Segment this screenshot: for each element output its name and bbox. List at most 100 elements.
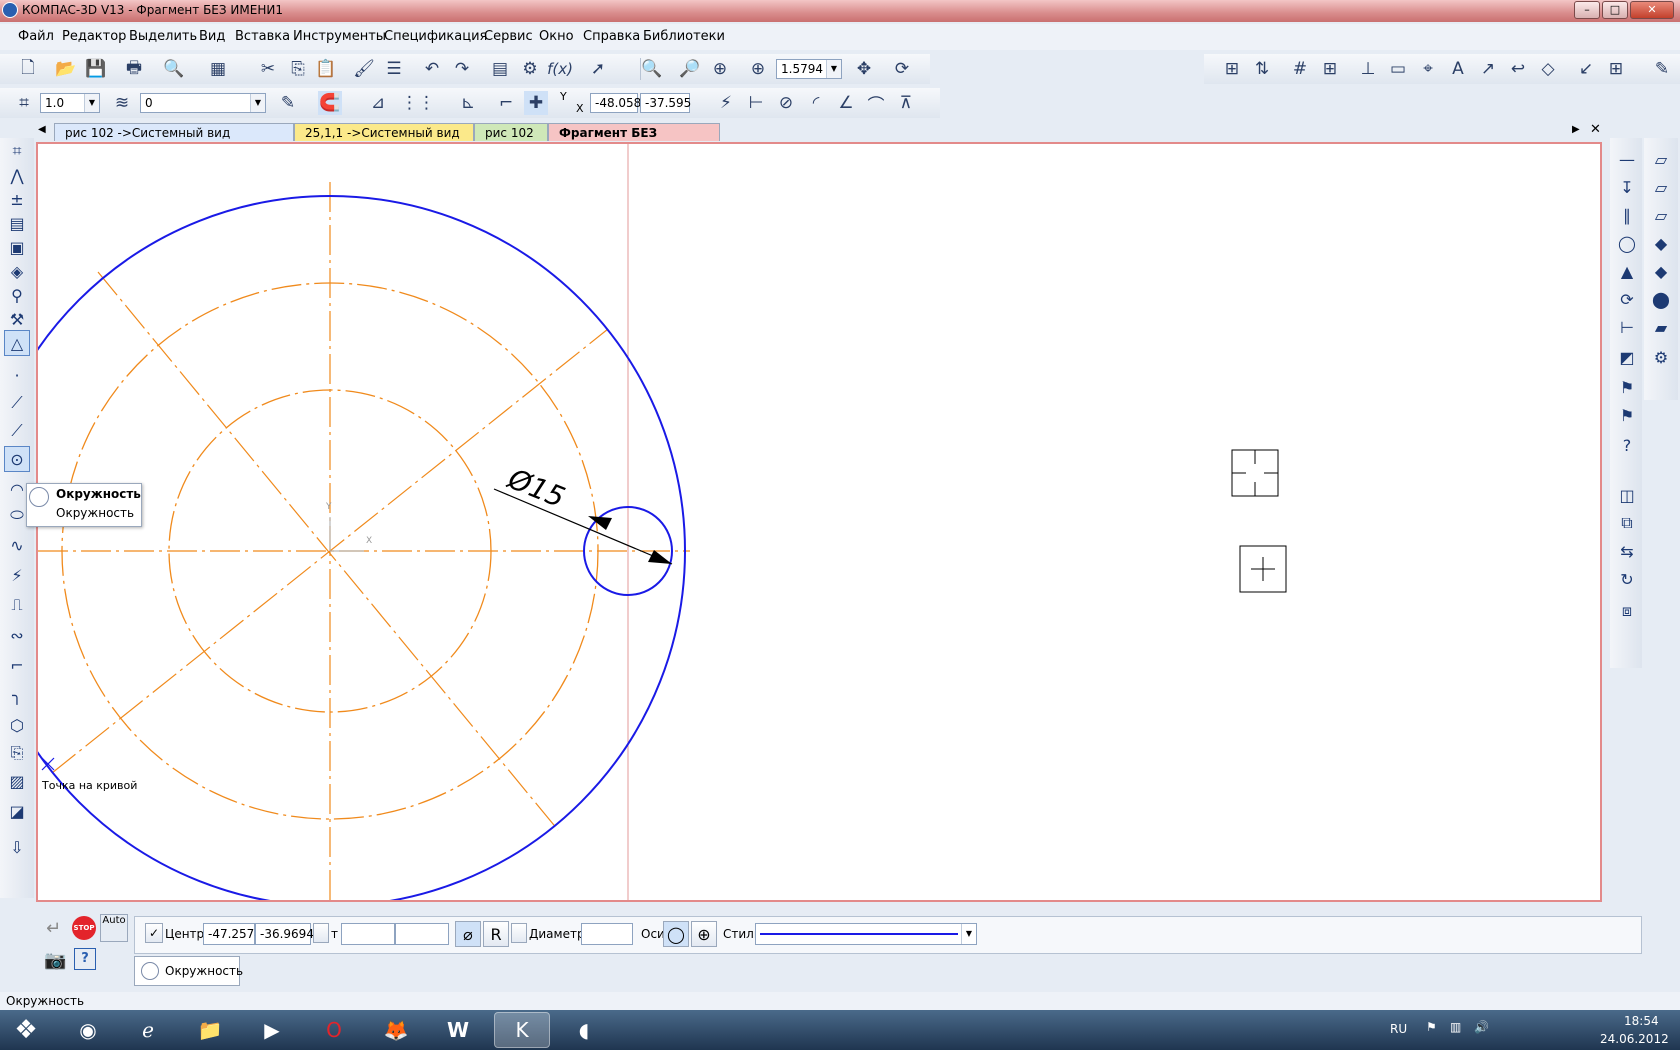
kompas-viewer-icon[interactable]: ◖ <box>556 1012 612 1048</box>
coord-y-field[interactable]: -37.595 <box>640 93 691 113</box>
close-button[interactable]: ✕ <box>1630 1 1674 19</box>
point-y-field[interactable] <box>395 923 449 945</box>
angle-dimension-icon[interactable]: ∠ <box>834 91 858 115</box>
base-icon[interactable]: ⌖ <box>1416 57 1440 81</box>
segment-icon[interactable]: ⟋ <box>4 418 30 444</box>
tab-ris102[interactable]: рис 102 <box>474 123 548 141</box>
cut-line-icon[interactable]: ↙ <box>1574 57 1598 81</box>
arc-dimension-icon[interactable]: ⌒ <box>864 91 888 116</box>
drawing-canvas[interactable]: Ø15 Точка на кривой X Y <box>36 142 1602 902</box>
save-icon[interactable]: 💾 <box>84 57 108 81</box>
stop-button[interactable]: STOP <box>72 916 96 940</box>
fill-icon[interactable]: ◪ <box>4 798 30 824</box>
label-icon[interactable]: ▭ <box>1386 57 1410 81</box>
manager-icon[interactable]: ▦ <box>206 57 230 81</box>
ie-icon[interactable]: ℯ <box>120 1012 176 1048</box>
media-player-icon[interactable]: ▶ <box>244 1012 300 1048</box>
dimensions-panel-icon[interactable]: ⋀ <box>4 162 30 188</box>
circle-tool-popup[interactable]: Окружность Окружность <box>26 483 142 527</box>
volume-icon[interactable]: 🔊 <box>1474 1020 1489 1034</box>
zoom-frame-icon[interactable]: 🔎 <box>678 57 702 81</box>
equidistant-icon[interactable]: ⎘ <box>4 740 30 766</box>
menu-specification[interactable]: Спецификация <box>384 29 487 44</box>
add-point-icon[interactable]: ⊞ <box>1318 57 1342 81</box>
menu-tools[interactable]: Инструменты <box>293 29 386 44</box>
help-icon[interactable]: ? <box>74 948 96 970</box>
geometry-shapes-icon[interactable]: △ <box>4 330 30 356</box>
flag-icon[interactable]: ⚑ <box>1426 1020 1437 1034</box>
question-icon[interactable]: ? <box>1614 432 1640 458</box>
point-checkbox[interactable] <box>313 923 329 943</box>
clock-time[interactable]: 18:54 <box>1624 1014 1659 1028</box>
tolerance-icon[interactable]: ◇ <box>1536 57 1560 81</box>
menu-insert[interactable]: Вставка <box>235 29 290 44</box>
kompas-icon[interactable]: K <box>494 1012 550 1048</box>
function-icon[interactable]: f(x) <box>547 57 573 81</box>
tab-fragment-active[interactable]: Фрагмент БЕЗ ИМЕНИ1 <box>548 123 720 158</box>
menu-help[interactable]: Справка <box>583 29 640 44</box>
enter-back-icon[interactable]: ↵ <box>46 918 61 939</box>
menu-edit[interactable]: Редактор <box>62 29 126 44</box>
menu-view[interactable]: Вид <box>199 29 225 44</box>
menu-file[interactable]: Файл <box>18 29 54 44</box>
plane-2-icon[interactable]: ▱ <box>1648 174 1674 200</box>
menu-select[interactable]: Выделить <box>129 29 197 44</box>
local-cs-icon[interactable]: ⊾ <box>456 91 480 115</box>
constraint-icon[interactable]: ◩ <box>1614 344 1640 370</box>
tab-25-1-1-system[interactable]: 25,1,1 ->Системный вид <box>294 123 474 141</box>
chevron-down-icon[interactable]: ▼ <box>826 60 841 78</box>
lock-y-icon[interactable]: ⚑ <box>1614 402 1640 428</box>
point-x-field[interactable] <box>341 923 395 945</box>
center-x-field[interactable]: -47.2574 <box>203 923 262 945</box>
diameter-field[interactable] <box>581 923 633 945</box>
popup-subtitle[interactable]: Окружность <box>56 506 134 520</box>
text-icon[interactable]: A <box>1446 57 1470 81</box>
network-icon[interactable]: ▥ <box>1450 1020 1461 1034</box>
polygon-icon[interactable]: ⬡ <box>4 712 30 738</box>
arrow-icon[interactable]: ↗ <box>1476 57 1500 81</box>
orthogonal-icon[interactable]: ⌐ <box>494 91 518 115</box>
roughness-symbol-icon[interactable]: ⊼ <box>894 91 918 115</box>
print-preview-icon[interactable]: 🔍 <box>162 57 186 81</box>
reload-view-icon[interactable]: ↻ <box>1614 566 1640 592</box>
coord-x-field[interactable]: -48.058 <box>590 93 641 113</box>
chevron-down-icon[interactable]: ▼ <box>961 924 976 944</box>
copy-icon[interactable]: ⎘ <box>286 57 310 81</box>
select-panel-icon[interactable]: ⚲ <box>4 282 30 308</box>
chamfer-icon[interactable]: ⌐ <box>4 652 30 678</box>
plane-5-icon[interactable]: ◆ <box>1648 258 1674 284</box>
open-icon[interactable]: 📂 <box>54 57 78 81</box>
measure-panel-icon[interactable]: ◈ <box>4 258 30 284</box>
hatch-icon[interactable]: ⊞ <box>1220 57 1244 81</box>
zoom-combo[interactable]: 1.5794 ▼ <box>776 59 842 79</box>
chrome-icon[interactable]: ◉ <box>60 1012 116 1048</box>
stack-view-icon[interactable]: ⧈ <box>1614 598 1640 624</box>
explorer-icon[interactable]: 📁 <box>182 1012 238 1048</box>
tab-scroll-right-icon[interactable]: ▶ <box>1572 124 1580 135</box>
parameterize-panel-icon[interactable]: ▣ <box>4 234 30 260</box>
lock-x-icon[interactable]: ⚑ <box>1614 374 1640 400</box>
tab-close-icon[interactable]: ✕ <box>1590 122 1601 137</box>
continuous-input-icon[interactable]: ⚡ <box>4 562 30 588</box>
gear-icon[interactable]: ⚙ <box>1648 344 1674 370</box>
arc-tangent-icon[interactable]: ⟳ <box>1614 286 1640 312</box>
cylinder-icon[interactable]: ⬤ <box>1648 286 1674 312</box>
properties-icon[interactable]: ☰ <box>382 57 406 81</box>
diameter-toggle-icon[interactable]: ⌀ <box>455 921 481 947</box>
tab-scroll-left-icon[interactable]: ◀ <box>38 124 46 135</box>
settings-icon[interactable]: ✎ <box>1650 57 1674 81</box>
view-icon[interactable]: ⊞ <box>1604 57 1628 81</box>
minimize-button[interactable]: – <box>1574 1 1600 19</box>
help-pointer-icon[interactable]: ➚ <box>586 57 610 81</box>
parallel-icon[interactable]: ∥ <box>1614 202 1640 228</box>
tangent-circle-icon[interactable]: ◯ <box>1614 230 1640 256</box>
dim-12-icon[interactable]: ⊢ <box>1614 314 1640 340</box>
cursor-snap-icon[interactable]: ✚ <box>524 91 548 115</box>
zoom-in-icon[interactable]: ⊕ <box>746 57 770 81</box>
tab-ris102-system[interactable]: рис 102 ->Системный вид <box>54 123 294 141</box>
step-icon[interactable]: ⌗ <box>12 91 36 115</box>
format-painter-icon[interactable]: 🖌 <box>352 57 376 81</box>
variables-icon[interactable]: ▤ <box>488 57 512 81</box>
properties-tab-circle[interactable]: Окружность <box>134 956 243 986</box>
vertical-arrows-icon[interactable]: ↧ <box>1614 174 1640 200</box>
